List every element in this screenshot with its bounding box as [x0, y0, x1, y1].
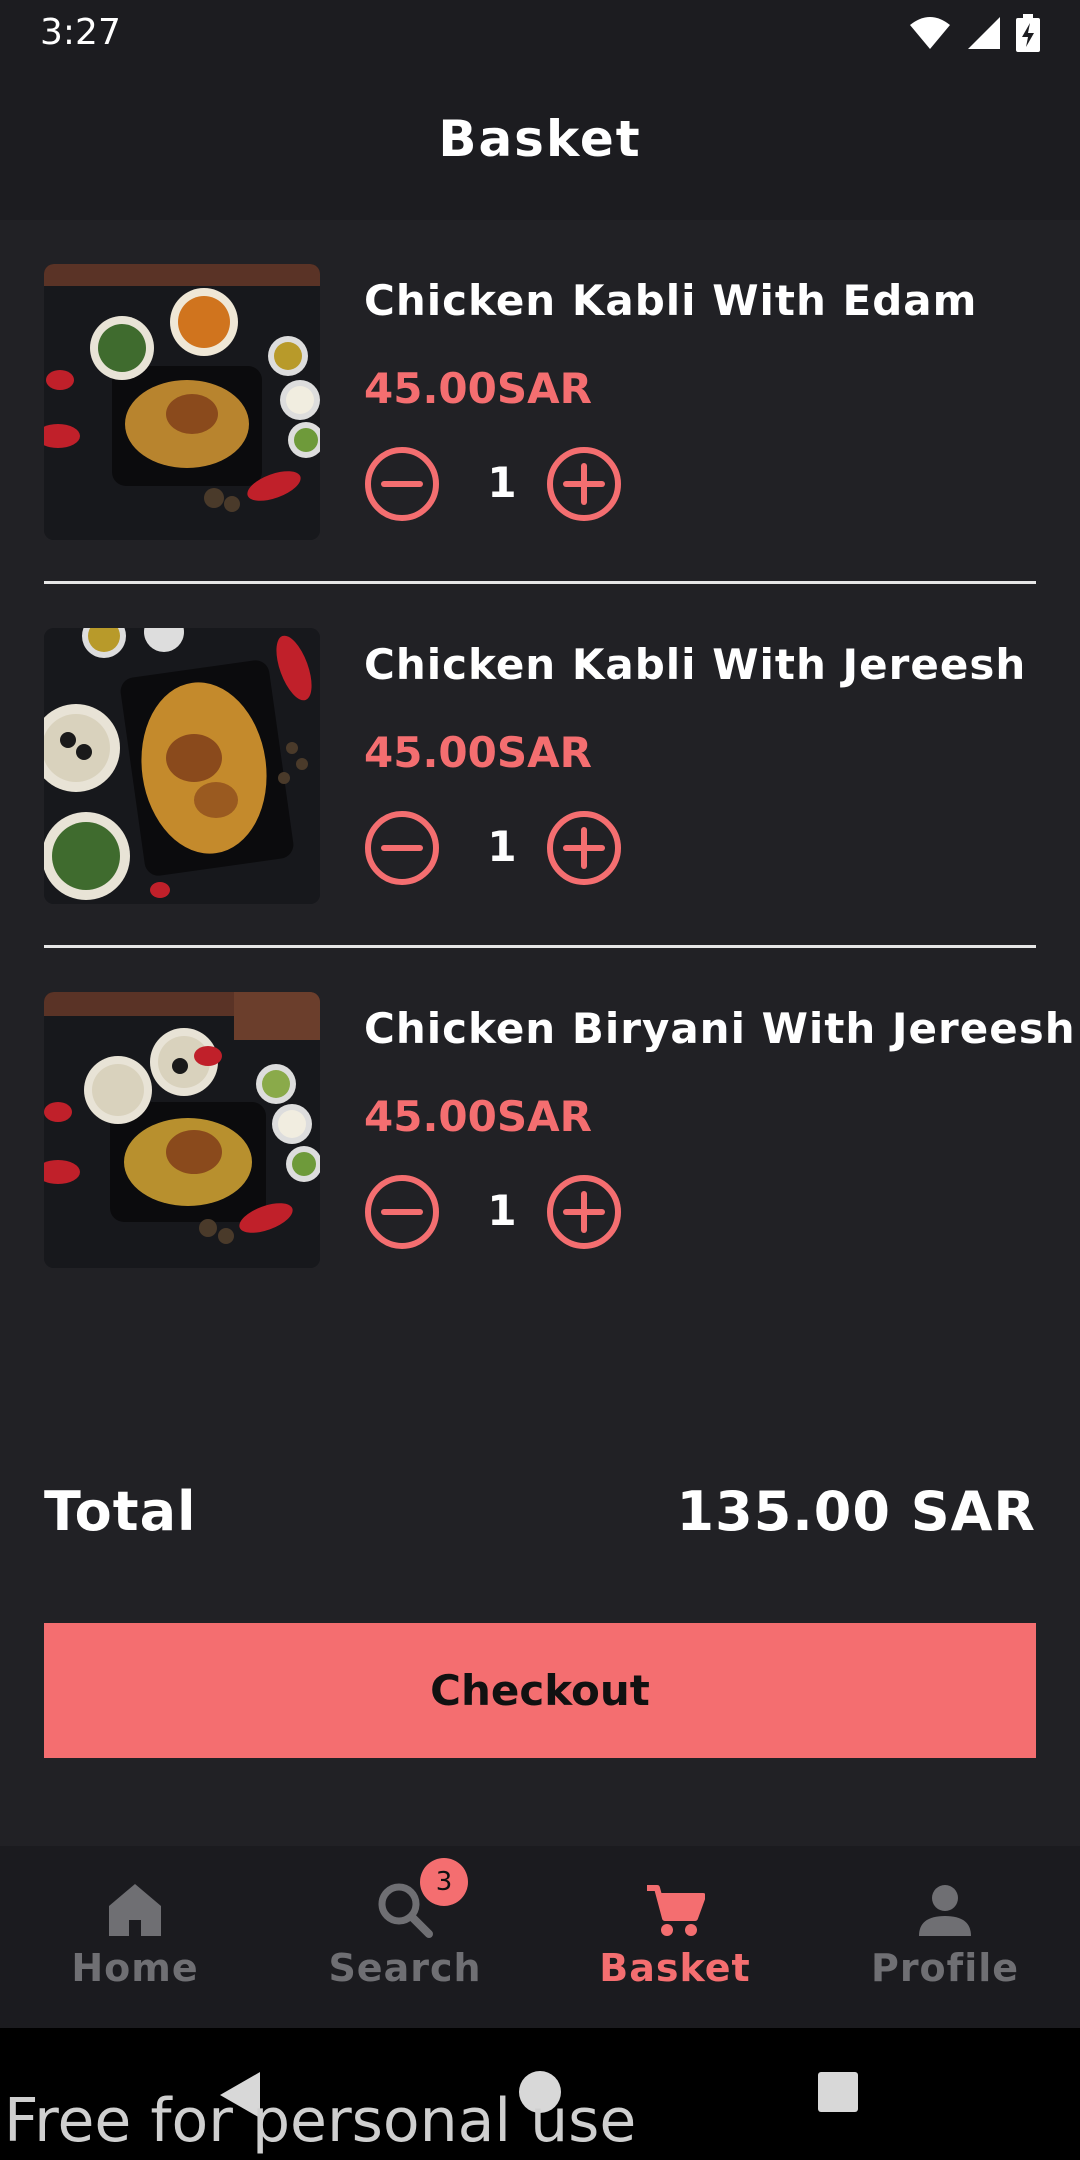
- nav-item-home[interactable]: Home: [0, 1846, 270, 2028]
- nav-item-search[interactable]: Search: [270, 1846, 540, 2028]
- nav-label: Profile: [870, 1946, 1020, 1990]
- item-name: Chicken Biryani With Jereesh: [364, 1004, 1076, 1053]
- item-name: Chicken Kabli With Edam: [364, 276, 978, 325]
- product-image: [44, 992, 320, 1268]
- item-price: 45.00SAR: [364, 364, 592, 413]
- status-bar: 3:27: [0, 0, 1080, 70]
- item-divider: [44, 581, 1036, 584]
- app-bar: Basket: [0, 70, 1080, 220]
- decrease-quantity-button[interactable]: [364, 1174, 440, 1250]
- battery-icon: [1016, 14, 1040, 52]
- decrease-quantity-button[interactable]: [364, 446, 440, 522]
- cart-count-badge: 3: [420, 1858, 468, 1906]
- nav-label: Basket: [599, 1946, 751, 1990]
- increase-quantity-button[interactable]: [546, 810, 622, 886]
- status-icons: [908, 14, 1040, 52]
- quantity-value: 1: [487, 822, 517, 871]
- bottom-nav: Home Search Basket Profile: [0, 1846, 1080, 2028]
- basket-item: Chicken Kabli With Jereesh 45.00SAR 1: [44, 628, 1036, 904]
- nav-item-basket[interactable]: Basket: [540, 1846, 810, 2028]
- quantity-stepper: 1: [364, 1174, 664, 1254]
- signal-icon: [968, 17, 1000, 49]
- product-image: [44, 628, 320, 904]
- product-image: [44, 264, 320, 540]
- status-time: 3:27: [40, 12, 121, 53]
- quantity-stepper: 1: [364, 446, 664, 526]
- quantity-stepper: 1: [364, 810, 664, 890]
- quantity-value: 1: [487, 1186, 517, 1235]
- cart-icon: [647, 1885, 705, 1936]
- person-icon: [919, 1885, 971, 1936]
- basket-item: Chicken Kabli With Edam 45.00SAR 1: [44, 264, 1036, 540]
- home-icon: [109, 1884, 161, 1936]
- quantity-value: 1: [487, 458, 517, 507]
- total-value: 135.00 SAR: [676, 1480, 1036, 1543]
- checkout-button[interactable]: Checkout: [44, 1623, 1036, 1758]
- increase-quantity-button[interactable]: [546, 1174, 622, 1250]
- recents-icon[interactable]: [818, 2072, 858, 2112]
- wifi-icon: [910, 17, 950, 49]
- item-name: Chicken Kabli With Jereesh: [364, 640, 1027, 689]
- item-price: 45.00SAR: [364, 728, 592, 777]
- item-price: 45.00SAR: [364, 1092, 592, 1141]
- nav-label: Home: [71, 1946, 199, 1990]
- increase-quantity-button[interactable]: [546, 446, 622, 522]
- basket-item: Chicken Biryani With Jereesh 45.00SAR 1: [44, 992, 1075, 1268]
- total-label: Total: [44, 1480, 197, 1543]
- nav-item-profile[interactable]: Profile: [810, 1846, 1080, 2028]
- nav-label: Search: [328, 1946, 482, 1990]
- decrease-quantity-button[interactable]: [364, 810, 440, 886]
- page-title: Basket: [438, 110, 642, 168]
- item-divider: [44, 945, 1036, 948]
- watermark: Free for personal use: [4, 2086, 637, 2156]
